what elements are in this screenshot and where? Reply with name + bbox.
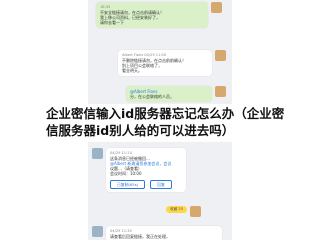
avatar[interactable]	[215, 50, 226, 61]
message-text: 会议时间：10:00	[110, 171, 142, 176]
avatar[interactable]	[189, 206, 201, 217]
copy-button[interactable]: 已复制(65s)	[110, 180, 146, 189]
message-bubble[interactable]: 18:35 不安全链接请勿，在点击前请确认！ 我上移公司资料，已经安装好了， 请…	[96, 2, 208, 28]
avatar[interactable]	[92, 226, 103, 237]
message-row: @Albert Fions 分，在公会联络的人员，	[126, 86, 226, 102]
message-row: Albert Fions 04/29 11:00 不删除链接请勿，在点击前前确认…	[118, 50, 226, 76]
article-title: 企业密信输入id服务器忘记怎么办（企业密 信服务器id别人给的可以进去吗）	[46, 105, 296, 139]
message-bubble[interactable]: @Albert Fions 分，在公会联络的人员，	[126, 86, 212, 102]
message-bubble[interactable]: 04/29 11:30 请查看后回复链接，我正在处理，	[106, 226, 222, 240]
message-bubble[interactable]: 04/29 11:24 这条消息已经被撤回… @Albert 新邀请您参加会议，…	[106, 148, 186, 192]
title-line-2: 信服务器id别人给的可以进去吗）	[46, 123, 235, 138]
message-row: 18:35 不安全链接请勿，在点击前请确认！ 我上移公司资料，已经安装好了， 请…	[96, 2, 226, 28]
favorite-badge[interactable]: 收藏 25	[166, 206, 187, 213]
message-bubble[interactable]: Albert Fions 04/29 11:00 不删除链接请勿，在点击前前确认…	[118, 50, 212, 76]
message-row: 04/29 11:24 这条消息已经被撤回… @Albert 新邀请您参加会议，…	[92, 148, 222, 192]
avatar[interactable]	[92, 148, 103, 159]
message-actions: 已复制(65s) 回复	[110, 180, 182, 189]
reply-button[interactable]: 回复	[150, 180, 172, 189]
avatar[interactable]	[211, 2, 222, 13]
message-row: 04/29 11:30 请查看后回复链接，我正在处理，	[92, 226, 222, 240]
message-text: 请你去看一下	[100, 20, 124, 25]
message-text: 看业明天。	[122, 68, 142, 73]
message-text: 请查看后回复链接，我正在处理，	[110, 234, 170, 239]
message-text: 分，在公会联络的人员，	[130, 94, 174, 99]
avatar[interactable]	[215, 86, 226, 97]
favorite-label: 收藏	[170, 207, 178, 211]
title-line-1: 企业密信输入id服务器忘记怎么办（企业密	[46, 106, 285, 121]
favorite-count: 25	[178, 207, 183, 211]
message-row: 收藏 25	[166, 206, 228, 217]
